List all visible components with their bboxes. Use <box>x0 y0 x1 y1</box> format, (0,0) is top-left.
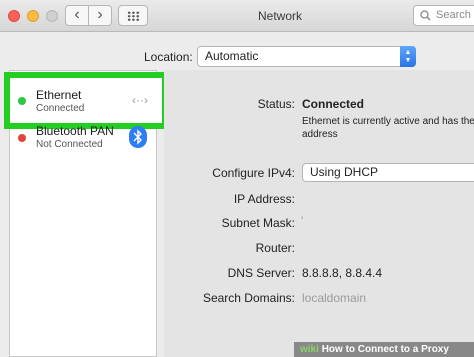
search-field[interactable]: Search <box>413 5 474 26</box>
ethernet-arrows-icon: ‹··› <box>132 93 148 107</box>
subnet-mask-value: ' <box>301 214 304 228</box>
detail-panel <box>164 70 474 357</box>
location-label: Location: <box>144 50 193 64</box>
chevron-updown-icon: ▲ ▼ <box>400 46 416 67</box>
subnet-mask-label: Subnet Mask: <box>221 216 295 230</box>
configure-ipv4-label: Configure IPv4: <box>212 166 295 180</box>
watermark-brand: wiki <box>300 344 319 355</box>
status-label: Status: <box>257 97 295 111</box>
service-status: Not Connected <box>36 139 103 150</box>
watermark-text: How to Connect to a Proxy Server <box>321 344 449 355</box>
configure-ipv4-value: Using DHCP <box>310 165 379 179</box>
dns-server-value: 8.8.8.8, 8.8.4.4 <box>302 266 383 280</box>
router-label: Router: <box>255 241 295 255</box>
bluetooth-icon <box>129 126 147 148</box>
search-placeholder: Search <box>436 9 471 21</box>
service-status: Connected <box>36 103 85 114</box>
status-dot-red <box>18 134 26 142</box>
status-value: Connected <box>302 97 365 111</box>
search-domains-label: Search Domains: <box>202 291 295 305</box>
status-dot-green <box>18 97 26 105</box>
search-icon <box>420 10 431 21</box>
ip-address-label: IP Address: <box>233 192 295 206</box>
configure-ipv4-select[interactable]: Using DHCP <box>302 163 474 182</box>
location-value: Automatic <box>205 49 259 63</box>
watermark: wiki How to Connect to a Proxy Server <box>294 342 474 357</box>
status-note: Ethernet is currently active and has the… <box>302 116 474 140</box>
location-select[interactable]: Automatic ▲ ▼ <box>197 46 416 67</box>
dns-server-label: DNS Server: <box>227 266 295 280</box>
service-name: Bluetooth PAN <box>36 124 114 138</box>
service-name: Ethernet <box>36 88 82 102</box>
search-domains-value: localdomain <box>302 291 367 305</box>
service-item-bluetooth-pan[interactable]: Bluetooth PAN Not Connected <box>0 0 150 150</box>
window-title: Network <box>257 9 302 23</box>
